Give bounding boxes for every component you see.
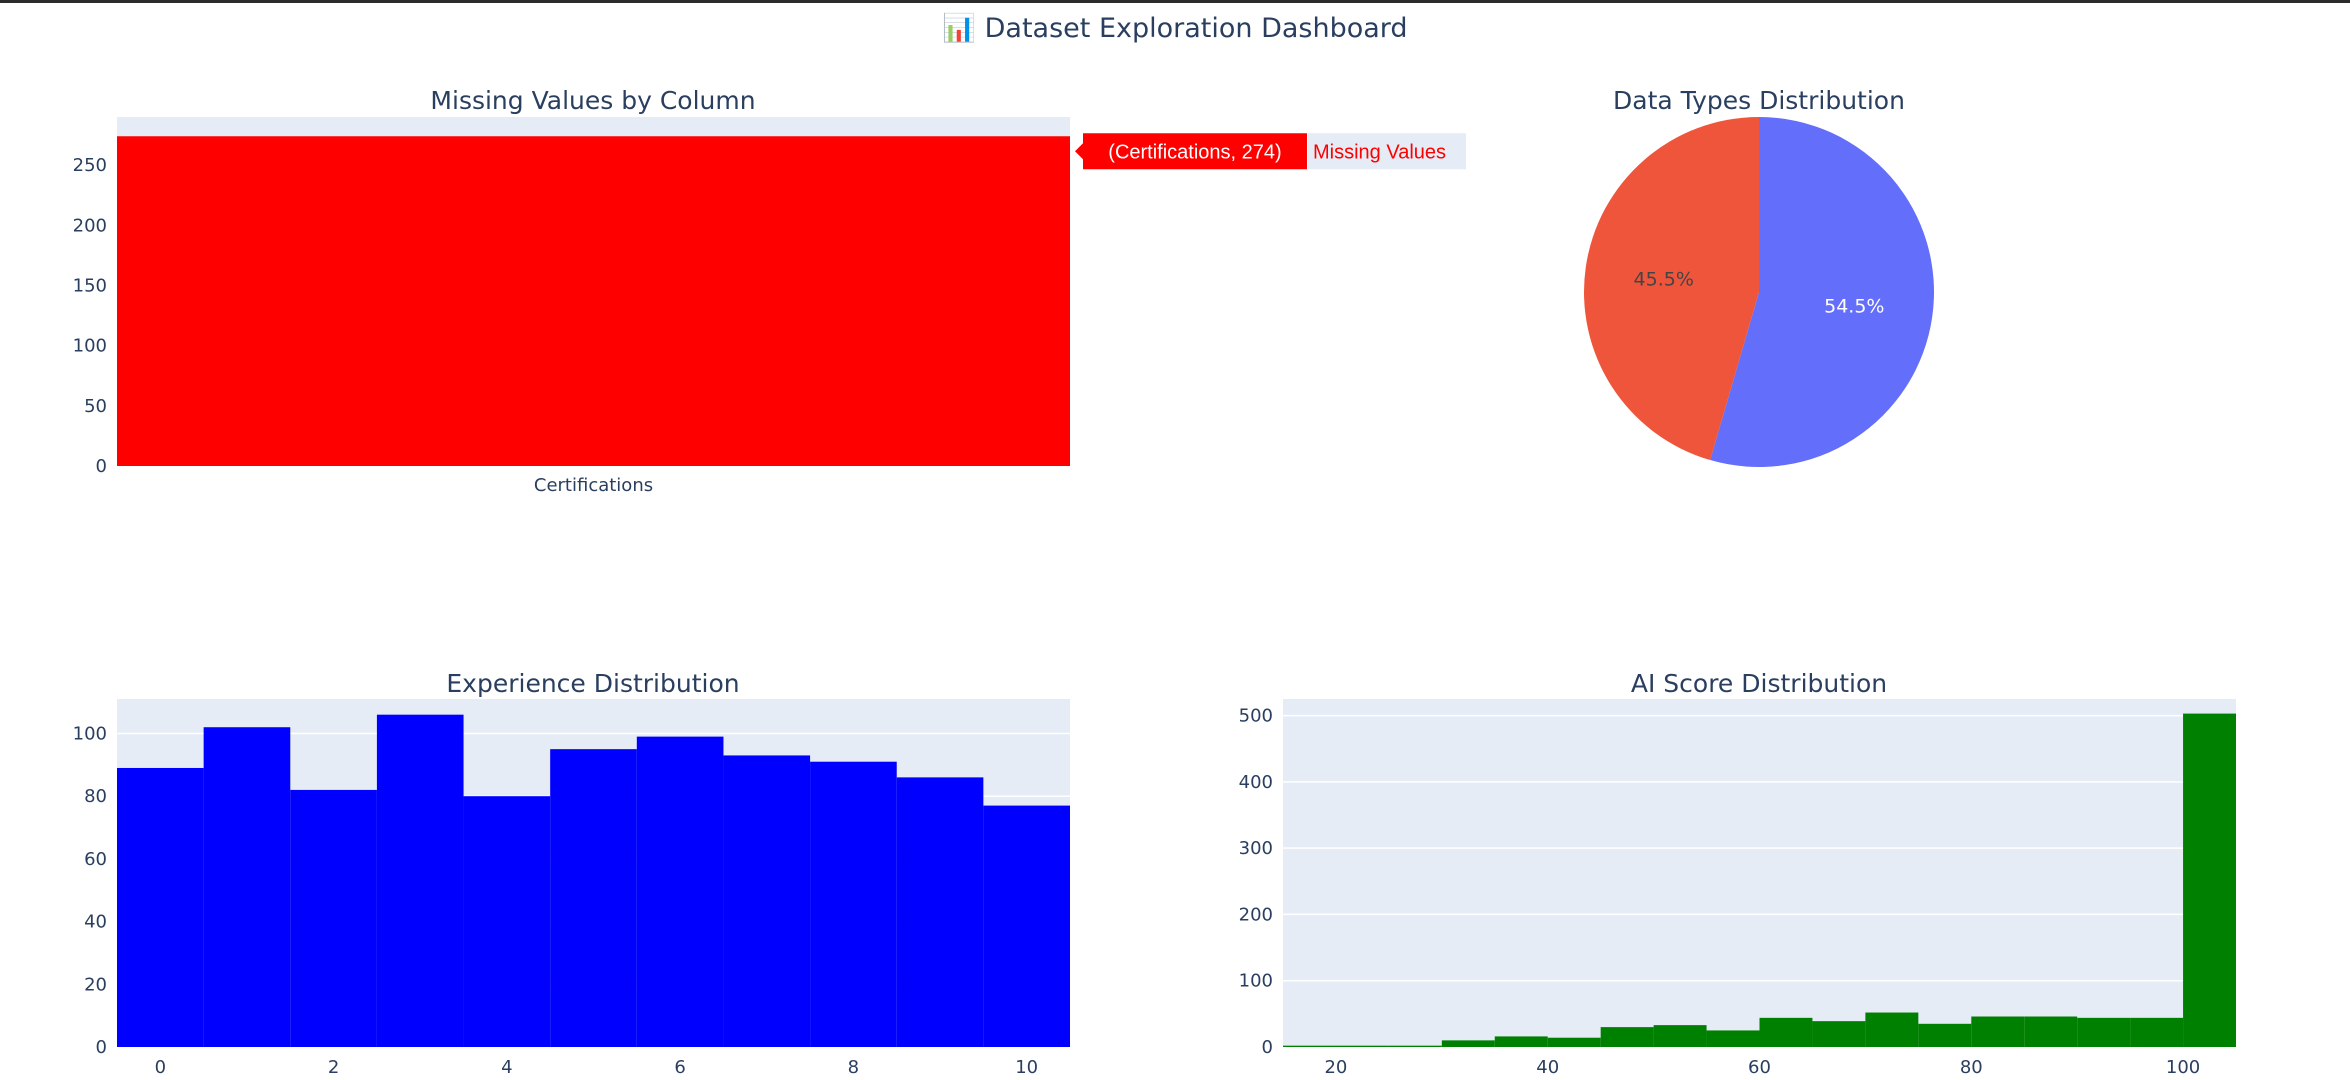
aiscore-bar[interactable]	[1706, 1030, 1760, 1047]
experience-bar[interactable]	[376, 714, 464, 1047]
experience-bar[interactable]	[896, 777, 984, 1047]
dtypes-title: Data Types Distribution	[1613, 86, 1905, 115]
missing-ytick-label: 0	[96, 456, 107, 477]
aiscore-bar[interactable]	[1812, 1021, 1866, 1047]
missing-ytick-label: 100	[73, 336, 107, 357]
aiscore-ytick-label: 0	[1262, 1037, 1273, 1058]
experience-xtick-label: 0	[155, 1057, 166, 1078]
dtypes-chart: Data Types Distribution 54.5% 45.5%	[1584, 86, 1934, 468]
hover-tooltip: (Certifications, 274) Missing Values	[1075, 133, 1466, 170]
aiscore-bar[interactable]	[1547, 1037, 1601, 1047]
experience-bar[interactable]	[117, 767, 204, 1047]
aiscore-ytick-label: 300	[1239, 838, 1273, 859]
aiscore-bar[interactable]	[2077, 1017, 2131, 1047]
aiscore-bar[interactable]	[1971, 1016, 2025, 1047]
experience-bar[interactable]	[203, 727, 291, 1047]
aiscore-ytick-label: 500	[1239, 706, 1273, 727]
experience-ytick-label: 60	[84, 849, 107, 870]
aiscore-xtick-label: 60	[1748, 1057, 1771, 1078]
experience-ytick-label: 0	[96, 1037, 107, 1058]
aiscore-chart: AI Score Distribution 0 100 200 300 400 500 20 4…	[1239, 669, 2236, 1078]
aiscore-ytick-label: 200	[1239, 904, 1273, 925]
aiscore-xtick-label: 80	[1960, 1057, 1983, 1078]
experience-bar[interactable]	[810, 761, 897, 1047]
missing-ytick-label: 250	[73, 155, 107, 176]
missing-ytick-label: 150	[73, 275, 107, 296]
aiscore-plot-area	[1283, 699, 2236, 1047]
aiscore-xtick-label: 20	[1324, 1057, 1347, 1078]
experience-chart: Experience Distribution 0 20 40 60 80 100 0 2 4 6 8…	[73, 669, 1070, 1078]
aiscore-bar[interactable]	[1335, 1045, 1389, 1047]
aiscore-xtick-label: 100	[2166, 1057, 2200, 1078]
aiscore-bar[interactable]	[1653, 1025, 1707, 1047]
experience-bar[interactable]	[463, 796, 551, 1047]
experience-xtick-label: 8	[848, 1057, 859, 1078]
aiscore-bar[interactable]	[2024, 1016, 2078, 1047]
aiscore-ytick-label: 400	[1239, 772, 1273, 793]
experience-xtick-label: 10	[1015, 1057, 1038, 1078]
missing-title: Missing Values by Column	[430, 86, 755, 115]
experience-ytick-label: 80	[84, 786, 107, 807]
aiscore-title: AI Score Distribution	[1631, 669, 1887, 698]
aiscore-bar[interactable]	[1441, 1040, 1495, 1047]
aiscore-xtick-label: 40	[1536, 1057, 1559, 1078]
aiscore-bar[interactable]	[2130, 1017, 2184, 1047]
experience-bar[interactable]	[723, 755, 811, 1047]
aiscore-bar[interactable]	[1600, 1027, 1654, 1047]
experience-bar[interactable]	[983, 805, 1070, 1047]
experience-xtick-label: 4	[501, 1057, 512, 1078]
aiscore-bar[interactable]	[1388, 1045, 1442, 1047]
experience-ytick-label: 100	[73, 723, 107, 744]
missing-ytick-label: 200	[73, 215, 107, 236]
missing-bar[interactable]	[117, 136, 1070, 466]
missing-xtick-label: Certifications	[534, 475, 653, 496]
missing-ytick-label: 50	[84, 396, 107, 417]
hover-point-label: (Certifications, 274)	[1108, 141, 1281, 163]
experience-xtick-label: 2	[328, 1057, 339, 1078]
experience-bar[interactable]	[290, 789, 377, 1047]
pie-slice-label: 45.5%	[1634, 268, 1694, 290]
aiscore-bar[interactable]	[1865, 1012, 1919, 1047]
experience-title: Experience Distribution	[446, 669, 739, 698]
missing-chart: Missing Values by Column 0 50 100 150 200 250 C…	[73, 86, 1466, 496]
pie-slice-label: 54.5%	[1824, 296, 1884, 318]
aiscore-ytick-label: 100	[1239, 971, 1273, 992]
aiscore-bar[interactable]	[2183, 713, 2236, 1047]
experience-ytick-label: 20	[84, 974, 107, 995]
experience-bar[interactable]	[550, 749, 637, 1047]
aiscore-bar[interactable]	[1759, 1017, 1813, 1047]
hover-series-label: Missing Values	[1313, 141, 1446, 163]
aiscore-bar[interactable]	[1283, 1045, 1336, 1047]
experience-ytick-label: 40	[84, 912, 107, 933]
experience-bar[interactable]	[636, 736, 724, 1047]
aiscore-bar[interactable]	[1494, 1036, 1548, 1047]
dashboard-canvas: Missing Values by Column050100150200250C…	[73, 86, 2236, 1078]
experience-xtick-label: 6	[674, 1057, 685, 1078]
aiscore-bar[interactable]	[1918, 1023, 1972, 1047]
